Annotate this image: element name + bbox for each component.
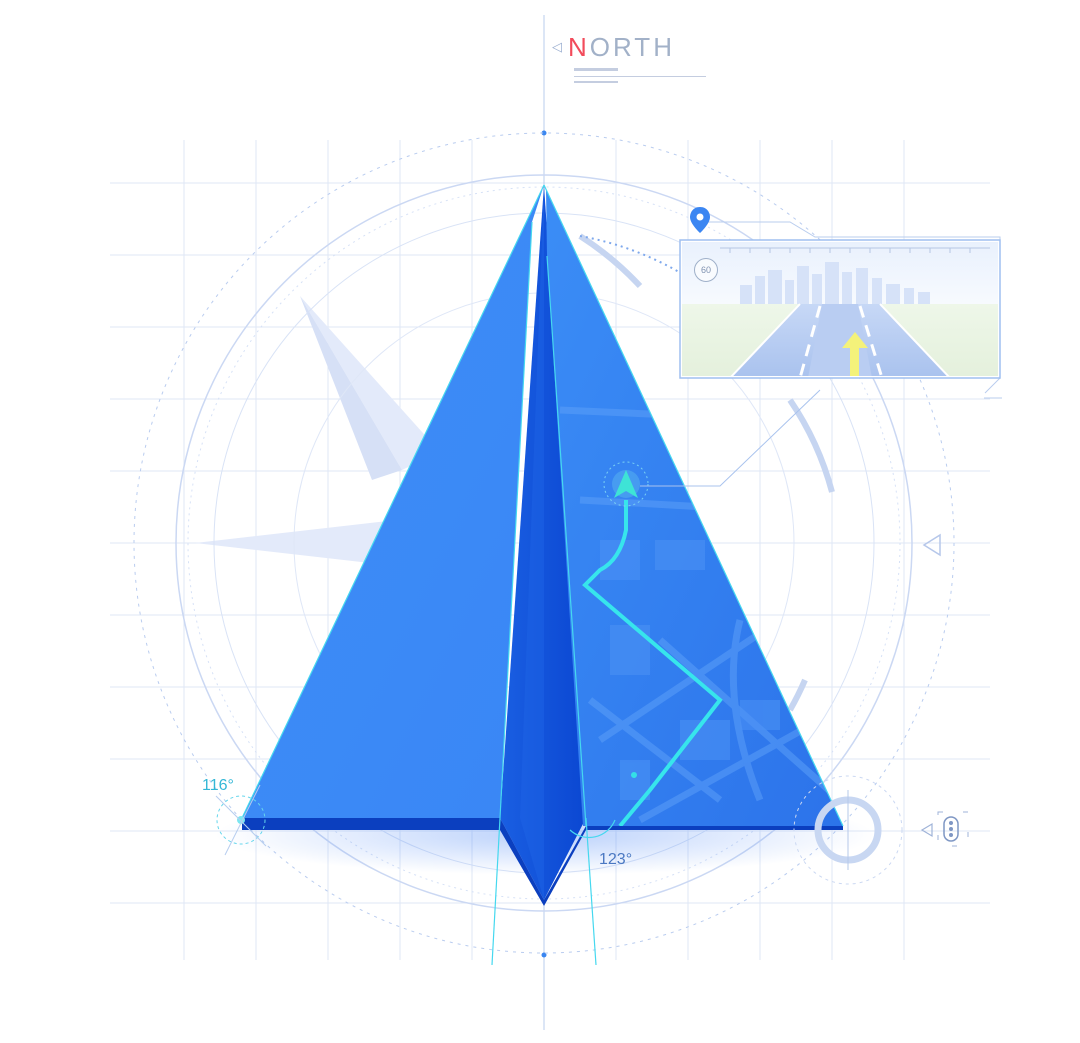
illustration-canvas — [110, 15, 1002, 1030]
angle-right-label: 123° — [599, 851, 633, 868]
north-rest: ORTH — [589, 31, 675, 62]
left-triangle-icon: ◁ — [552, 39, 562, 54]
angle-left-label: 116° — [202, 777, 234, 794]
map-dot — [631, 772, 637, 778]
traffic-light-icon — [920, 811, 969, 847]
north-label: ◁ N ORTH — [552, 32, 675, 62]
north-initial: N — [568, 31, 590, 62]
north-underline — [574, 68, 706, 83]
right-triangle-marker — [922, 533, 941, 557]
speed-limit-badge: 60 — [694, 258, 718, 282]
location-pin-icon — [690, 207, 710, 233]
nav-preview-panel — [640, 207, 1002, 487]
